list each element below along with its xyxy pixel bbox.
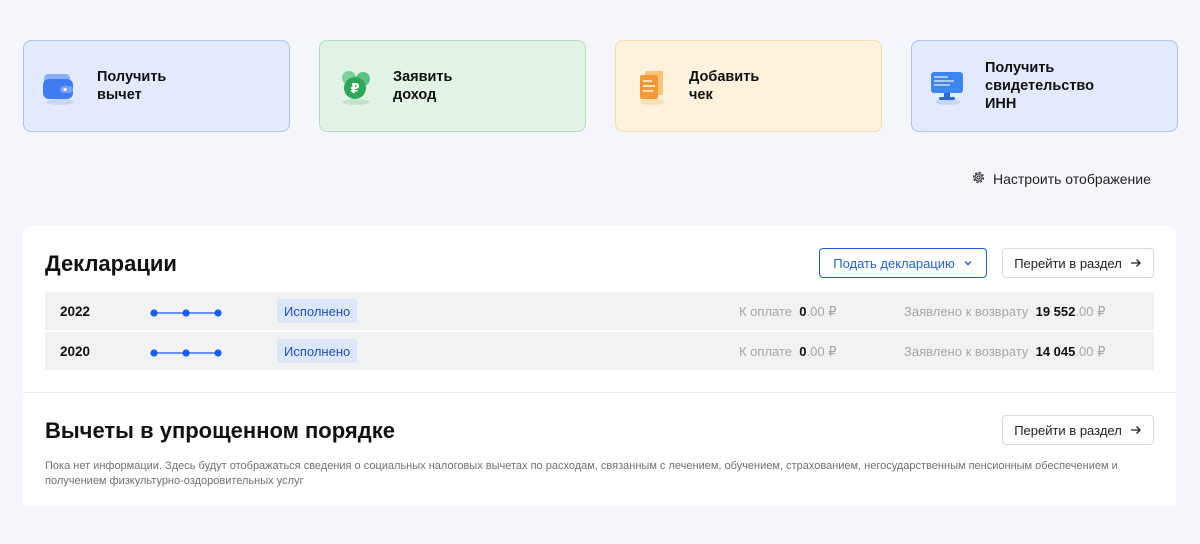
pay-dec: .00 — [806, 304, 825, 319]
receipt-icon — [632, 66, 672, 106]
arrow-right-icon — [1130, 423, 1142, 438]
main-panel: Декларации Подать декларацию Перейти в р… — [23, 226, 1176, 506]
declaration-year: 2020 — [60, 344, 91, 359]
refund-label: Заявлено к возврату — [904, 344, 1029, 359]
pay-int: 0 — [799, 304, 807, 319]
customize-view-label: Настроить отображение — [993, 171, 1151, 187]
pay-amount: К оплате 0.00 ₽ — [739, 304, 836, 320]
pay-dec: .00 — [806, 344, 825, 359]
progress-steps-icon — [150, 346, 222, 361]
status-badge: Исполнено — [277, 339, 358, 363]
submit-declaration-label: Подать декларацию — [833, 255, 955, 271]
refund-amount: Заявлено к возврату 19 552.00 ₽ — [904, 304, 1105, 320]
svg-text:₽: ₽ — [350, 82, 359, 97]
currency: ₽ — [1097, 344, 1106, 359]
customize-view-button[interactable]: Настроить отображение — [971, 170, 1151, 188]
quick-actions: Получить вычет ₽ Заявить доход Добавить … — [23, 40, 1178, 132]
chevron-down-icon — [963, 256, 973, 271]
tile-label: Заявить доход — [393, 69, 453, 103]
deductions-goto-button[interactable]: Перейти в раздел — [1002, 415, 1154, 445]
deductions-info-text: Пока нет информации. Здесь будут отображ… — [45, 460, 1118, 487]
refund-int: 14 045 — [1035, 344, 1076, 359]
pay-amount: К оплате 0.00 ₽ — [739, 344, 836, 360]
monitor-icon — [928, 66, 968, 106]
refund-amount: Заявлено к возврату 14 045.00 ₽ — [904, 344, 1105, 360]
declaration-year: 2022 — [60, 304, 91, 319]
pay-int: 0 — [799, 344, 807, 359]
declarations-goto-button[interactable]: Перейти в раздел — [1002, 248, 1154, 278]
tile-get-deduction[interactable]: Получить вычет — [23, 40, 290, 132]
tile-label: Получить свидетельство ИНН — [985, 60, 1095, 112]
tile-inn-certificate[interactable]: Получить свидетельство ИНН — [911, 40, 1178, 132]
tile-label: Получить вычет — [97, 69, 167, 103]
declaration-row[interactable]: 2020 Исполнено К оплате 0.00 ₽ Заявлено … — [45, 332, 1154, 370]
progress-steps-icon — [150, 306, 222, 321]
goto-label: Перейти в раздел — [1014, 255, 1122, 271]
gear-icon — [971, 170, 986, 188]
refund-label: Заявлено к возврату — [904, 304, 1029, 319]
refund-dec: .00 — [1075, 304, 1094, 319]
section-divider — [23, 392, 1176, 393]
refund-dec: .00 — [1075, 344, 1094, 359]
ruble-coins-icon: ₽ — [336, 66, 376, 106]
wallet-icon — [40, 66, 80, 106]
currency: ₽ — [1097, 304, 1106, 319]
tile-declare-income[interactable]: ₽ Заявить доход — [319, 40, 586, 132]
tile-label: Добавить чек — [689, 69, 760, 103]
declarations-title: Декларации — [45, 251, 177, 276]
refund-int: 19 552 — [1035, 304, 1076, 319]
currency: ₽ — [828, 304, 837, 319]
top-strip — [0, 0, 1200, 14]
goto-label: Перейти в раздел — [1014, 422, 1122, 438]
submit-declaration-button[interactable]: Подать декларацию — [819, 248, 987, 278]
declaration-row[interactable]: 2022 Исполнено К оплате 0.00 ₽ Заявлено … — [45, 292, 1154, 330]
pay-label: К оплате — [739, 304, 793, 319]
tile-add-receipt[interactable]: Добавить чек — [615, 40, 882, 132]
pay-label: К оплате — [739, 344, 793, 359]
deductions-title: Вычеты в упрощенном порядке — [45, 418, 395, 443]
status-badge: Исполнено — [277, 299, 358, 323]
currency: ₽ — [828, 344, 837, 359]
arrow-right-icon — [1130, 256, 1142, 271]
